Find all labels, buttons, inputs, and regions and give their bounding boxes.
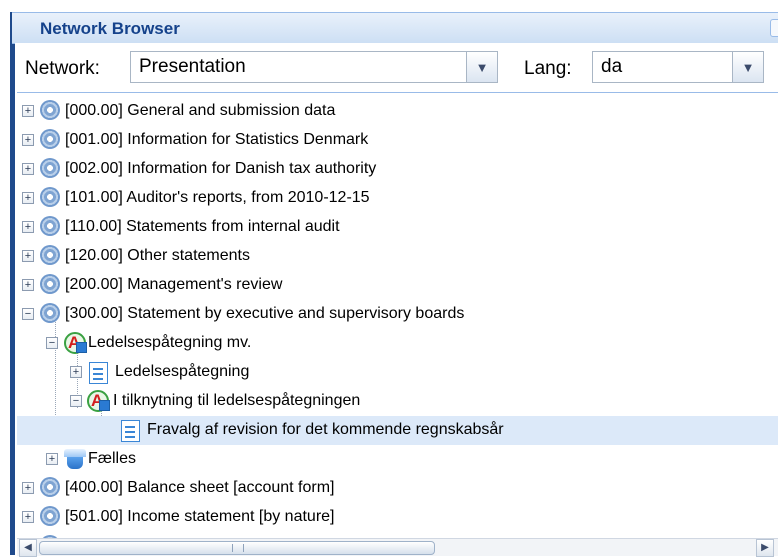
tree-node[interactable]: + [001.00] Information for Statistics De… [17,126,778,155]
panel-header: Network Browser [12,12,778,44]
tree-node[interactable]: + [000.00] General and submission data [17,97,778,126]
tree-node-label: [002.00] Information for Danish tax auth… [65,160,377,177]
collapse-minus-icon[interactable]: − [46,337,58,349]
document-icon [89,362,108,384]
collapse-minus-icon[interactable]: − [70,395,82,407]
tree-node[interactable]: + Ledelsespåtegning [17,358,778,387]
expand-plus-icon[interactable]: + [22,279,34,291]
collapse-tool-icon[interactable] [770,19,778,37]
gear-icon [40,158,60,178]
tree-node[interactable]: + Fælles [17,445,778,474]
gear-icon [40,216,60,236]
tree-node-label: [300.00] Statement by executive and supe… [65,305,465,322]
tree-node-label: [120.00] Other statements [65,247,250,264]
expand-plus-icon[interactable]: + [70,366,82,378]
tree-node-label: [200.00] Management's review [65,276,283,293]
gear-icon [40,129,60,149]
tree-node[interactable]: − A I tilknytning til ledelsespåtegninge… [17,387,778,416]
tree-node[interactable]: + [101.00] Auditor's reports, from 2010-… [17,184,778,213]
expand-plus-icon[interactable]: + [46,453,58,465]
tree-node-label: [501.00] Income statement [by nature] [65,508,335,525]
tree-node-label: Ledelsespåtegning [115,363,250,380]
abstract-element-icon: A [87,390,110,412]
chevron-down-icon[interactable]: ▼ [732,52,763,82]
tree-node-label: [110.00] Statements from internal audit [65,218,340,235]
tree-node[interactable]: + [110.00] Statements from internal audi… [17,213,778,242]
abstract-element-icon: A [64,332,87,354]
cube-icon [64,449,86,469]
lang-select[interactable]: da ▼ [592,51,764,83]
panel-title: Network Browser [40,19,180,38]
gear-icon [40,187,60,207]
expand-plus-icon[interactable]: + [22,482,34,494]
collapse-minus-icon[interactable]: − [22,308,34,320]
lang-label: Lang: [524,58,572,79]
panel-left-border [10,12,15,555]
tree-node[interactable]: − A Ledelsespåtegning mv. [17,329,778,358]
tree-node-label: I tilknytning til ledelsespåtegningen [113,392,361,409]
chevron-down-icon[interactable]: ▼ [466,52,497,82]
tree-node[interactable]: + [400.00] Balance sheet [account form] [17,474,778,503]
scroll-right-icon[interactable]: ▶ [756,539,774,557]
tree-node[interactable]: − [300.00] Statement by executive and su… [17,300,778,329]
lang-select-value: da [601,56,623,77]
gear-icon [40,245,60,265]
tree-node-label: [400.00] Balance sheet [account form] [65,479,335,496]
network-select[interactable]: Presentation ▼ [130,51,498,83]
tree-node[interactable]: + [002.00] Information for Danish tax au… [17,155,778,184]
gear-icon [40,303,60,323]
tree-node-label: Ledelsespåtegning mv. [88,334,252,351]
tree-node-label: Fravalg af revision for det kommende reg… [147,421,504,438]
horizontal-scrollbar[interactable]: ◀ ▶ [17,538,778,557]
expand-plus-icon[interactable]: + [22,134,34,146]
gear-icon [40,506,60,526]
scroll-left-icon[interactable]: ◀ [19,539,37,557]
network-tree: + [000.00] General and submission data +… [17,92,778,539]
gear-icon [40,100,60,120]
expand-plus-icon[interactable]: + [22,511,34,523]
expand-plus-icon[interactable]: + [22,221,34,233]
tree-node-label: [001.00] Information for Statistics Denm… [65,131,369,148]
tree-node-selected[interactable]: Fravalg af revision for det kommende reg… [17,416,778,445]
toolbar: Network: Presentation ▼ Lang: da ▼ [15,43,778,91]
gear-icon [40,274,60,294]
document-icon [121,420,140,442]
tree-node-label: [000.00] General and submission data [65,102,336,119]
tree-node-label: [101.00] Auditor's reports, from 2010-12… [65,189,370,206]
expand-plus-icon[interactable]: + [22,163,34,175]
network-label: Network: [25,58,100,79]
tree-node[interactable]: + [200.00] Management's review [17,271,778,300]
tree-node[interactable]: + [120.00] Other statements [17,242,778,271]
scrollbar-thumb[interactable] [39,541,435,555]
network-select-value: Presentation [139,56,246,77]
expand-plus-icon[interactable]: + [22,250,34,262]
expand-plus-icon[interactable]: + [22,105,34,117]
gear-icon [40,477,60,497]
tree-node[interactable]: + [501.00] Income statement [by nature] [17,503,778,532]
expand-plus-icon[interactable]: + [22,192,34,204]
tree-node-label: Fælles [88,450,137,467]
